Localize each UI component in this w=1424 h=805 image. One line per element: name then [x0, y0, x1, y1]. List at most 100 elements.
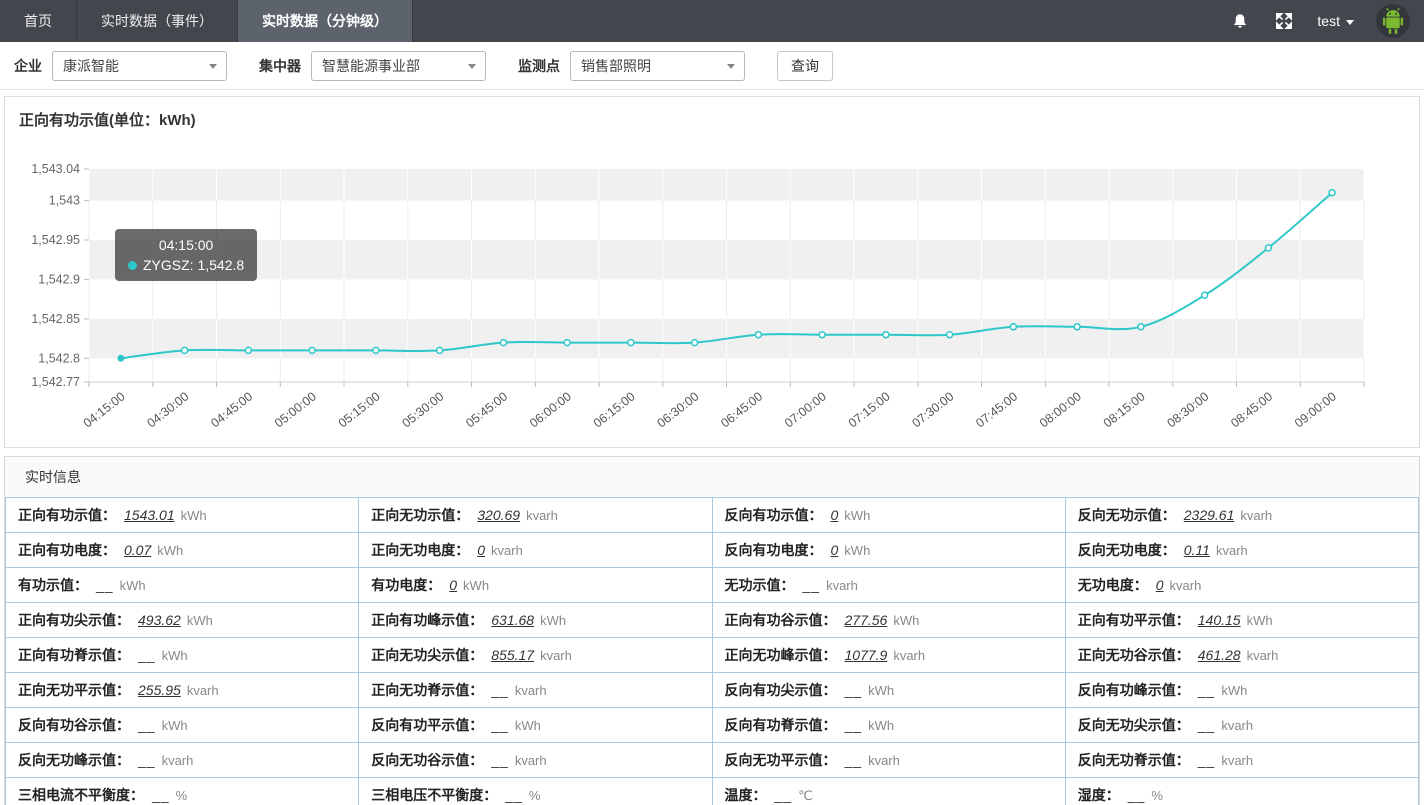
realtime-cell: 湿度：__%	[1065, 778, 1418, 805]
fullscreen-expand-icon[interactable]	[1273, 10, 1295, 32]
notification-bell-icon[interactable]	[1229, 10, 1251, 32]
realtime-cell-value: __	[138, 717, 156, 733]
filter-bar: 企业 康派智能 集中器 智慧能源事业部 监测点 销售部照明 查询	[0, 42, 1424, 90]
svg-text:05:30:00: 05:30:00	[399, 389, 446, 430]
realtime-cell-value[interactable]: 255.95	[138, 682, 181, 698]
realtime-cell-label: 正向无功峰示值：	[725, 647, 837, 663]
enterprise-select[interactable]: 康派智能	[52, 51, 227, 81]
svg-text:1,542.77: 1,542.77	[31, 375, 80, 389]
realtime-cell-label: 反向无功脊示值：	[1078, 752, 1190, 768]
realtime-cell-value: __	[803, 577, 821, 593]
realtime-cell-value[interactable]: 0	[449, 577, 457, 593]
realtime-cell: 正向无功平示值：255.95kvarh	[6, 673, 359, 708]
realtime-cell: 反向有功脊示值：__kWh	[712, 708, 1065, 743]
realtime-cell-value: __	[491, 717, 509, 733]
realtime-cell-value[interactable]: 1077.9	[845, 647, 888, 663]
realtime-cell-value[interactable]: 493.62	[138, 612, 181, 628]
svg-text:06:45:00: 06:45:00	[718, 389, 765, 430]
realtime-cell-unit: kvarh	[187, 683, 219, 698]
realtime-cell-value: __	[505, 787, 523, 803]
realtime-cell-label: 正向有功电度：	[18, 542, 116, 558]
realtime-cell: 正向有功电度： 0.07 kWh	[6, 533, 359, 568]
realtime-cell: 三相电流不平衡度：__%	[6, 778, 359, 805]
realtime-cell: 正向有功示值：1543.01kWh	[6, 498, 359, 533]
realtime-cell-label: 反向有功示值：	[725, 507, 823, 523]
svg-text:05:00:00: 05:00:00	[272, 389, 319, 430]
realtime-cell-label: 正向有功尖示值：	[18, 612, 130, 628]
realtime-cell-value[interactable]: 0	[1156, 577, 1164, 593]
realtime-cell-value: __	[491, 682, 509, 698]
concentrator-label: 集中器	[259, 56, 301, 76]
top-nav: 首页实时数据（事件）实时数据（分钟级） test	[0, 0, 1424, 42]
realtime-cell-label: 正向无功谷示值：	[1078, 647, 1190, 663]
realtime-cell: 正向无功谷示值：461.28kvarh	[1065, 638, 1418, 673]
realtime-cell-value[interactable]: 277.56	[845, 612, 888, 628]
chart-canvas[interactable]: 1,542.771,542.81,542.851,542.91,542.951,…	[5, 134, 1411, 436]
dropdown-arrow-icon	[727, 64, 735, 69]
concentrator-select-value: 智慧能源事业部	[322, 56, 420, 76]
realtime-cell-label: 温度：	[725, 787, 767, 803]
realtime-cell-label: 湿度：	[1078, 787, 1120, 803]
realtime-cell-value[interactable]: 631.68	[491, 612, 534, 628]
table-row: 有功示值：__kWh有功电度：0kWh无功示值：__kvarh无功电度：0kva…	[6, 568, 1419, 603]
realtime-cell: 有功电度：0kWh	[359, 568, 712, 603]
realtime-cell-label: 正向无功电度：	[371, 542, 469, 558]
chart-card: 正向有功示值(单位：kWh) 1,542.771,542.81,542.851,…	[4, 96, 1420, 448]
realtime-cell-label: 反向有功平示值：	[371, 717, 483, 733]
realtime-cell: 反向无功谷示值：__kvarh	[359, 743, 712, 778]
realtime-cell: 正向无功峰示值：1077.9kvarh	[712, 638, 1065, 673]
svg-text:08:00:00: 08:00:00	[1037, 389, 1084, 430]
realtime-cell-value: __	[491, 752, 509, 768]
realtime-cell-label: 反向无功尖示值：	[1078, 717, 1190, 733]
realtime-cell-unit: kWh	[893, 613, 919, 628]
realtime-cell: 正向有功平示值：140.15kWh	[1065, 603, 1418, 638]
concentrator-select[interactable]: 智慧能源事业部	[311, 51, 486, 81]
realtime-cell-value: __	[1198, 752, 1216, 768]
realtime-cell-value[interactable]: 1543.01	[124, 507, 175, 523]
svg-text:1,543: 1,543	[49, 194, 80, 208]
realtime-cell-value[interactable]: 320.69	[477, 507, 520, 523]
nav-tab[interactable]: 实时数据（分钟级）	[238, 0, 413, 42]
user-menu[interactable]: test	[1317, 13, 1354, 29]
realtime-cell: 反向无功峰示值：__kvarh	[6, 743, 359, 778]
nav-tab[interactable]: 首页	[0, 0, 77, 42]
realtime-cell-value[interactable]: 0	[477, 542, 485, 558]
realtime-cell-unit: kvarh	[1170, 578, 1202, 593]
android-avatar[interactable]	[1376, 4, 1410, 38]
realtime-cell-label: 正向无功脊示值：	[371, 682, 483, 698]
realtime-cell-value[interactable]: 461.28	[1198, 647, 1241, 663]
realtime-cell-unit: kWh	[844, 508, 870, 523]
table-row: 正向有功尖示值：493.62kWh正向有功峰示值：631.68kWh正向有功谷示…	[6, 603, 1419, 638]
realtime-cell: 反向有功电度：0kWh	[712, 533, 1065, 568]
monitor-point-select[interactable]: 销售部照明	[570, 51, 745, 81]
realtime-cell: 反向无功脊示值： __ kvarh	[1065, 743, 1418, 778]
realtime-cell-value[interactable]: 0.07	[124, 542, 151, 558]
realtime-cell-unit: kWh	[868, 683, 894, 698]
realtime-cell-value[interactable]: 2329.61	[1184, 507, 1235, 523]
enterprise-select-value: 康派智能	[63, 56, 119, 76]
realtime-cell-unit: kWh	[1247, 613, 1273, 628]
svg-text:05:15:00: 05:15:00	[336, 389, 383, 430]
realtime-cell-value[interactable]: 0.11	[1184, 542, 1210, 558]
realtime-cell-value[interactable]: 0	[831, 507, 839, 523]
realtime-cell: 正向有功尖示值： 493.62 kWh	[6, 603, 359, 638]
query-button[interactable]: 查询	[777, 51, 833, 81]
realtime-cell-unit: kWh	[187, 613, 213, 628]
realtime-cell-value[interactable]: 0	[831, 542, 839, 558]
realtime-cell-value[interactable]: 140.15	[1198, 612, 1241, 628]
realtime-cell-unit: kvarh	[1221, 753, 1253, 768]
realtime-cell-unit: kvarh	[515, 753, 547, 768]
realtime-cell: 正向有功脊示值：__kWh	[6, 638, 359, 673]
realtime-cell-value[interactable]: 855.17	[491, 647, 534, 663]
svg-text:04:30:00: 04:30:00	[144, 389, 191, 430]
realtime-cell-unit: kWh	[157, 543, 183, 558]
realtime-cell-label: 无功示值：	[725, 577, 795, 593]
realtime-cell-value: __	[1128, 787, 1146, 803]
realtime-cell-value: __	[138, 752, 156, 768]
svg-text:09:00:00: 09:00:00	[1292, 389, 1339, 430]
nav-tab[interactable]: 实时数据（事件）	[77, 0, 238, 42]
realtime-cell-unit: %	[529, 788, 541, 803]
realtime-cell-label: 反向无功电度：	[1078, 542, 1176, 558]
realtime-cell-unit: kWh	[162, 718, 188, 733]
realtime-cell: 无功示值：__kvarh	[712, 568, 1065, 603]
